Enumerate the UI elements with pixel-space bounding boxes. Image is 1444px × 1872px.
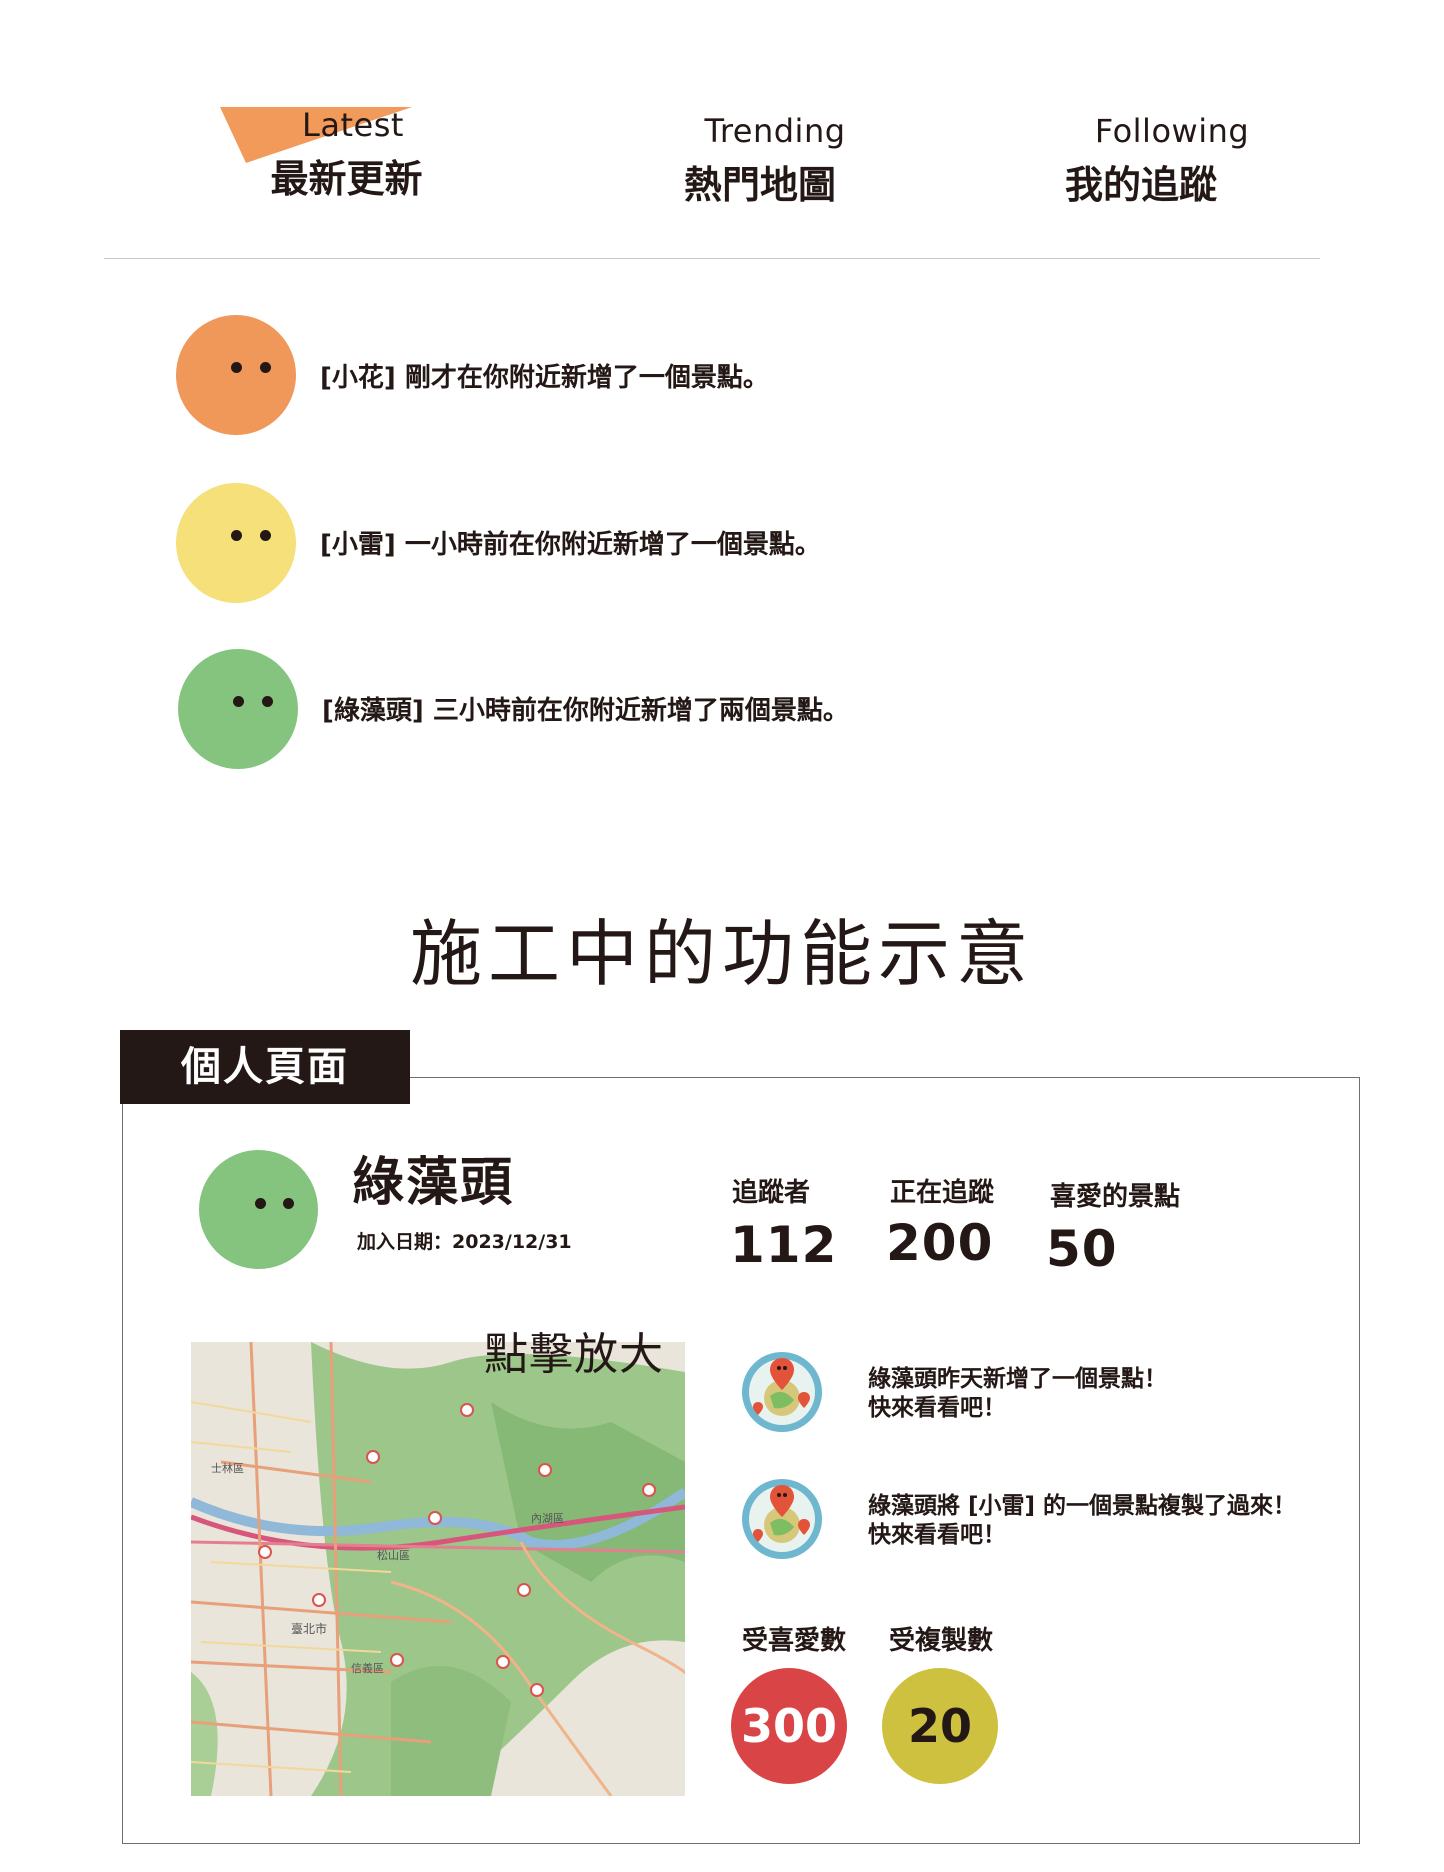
count-label-likes: 受喜愛數 xyxy=(742,1626,847,1656)
feed-item-text[interactable]: [小花] 剛才在你附近新增了一個景點。 xyxy=(320,357,769,394)
tab-trending-zh: 熱門地圖 xyxy=(683,163,836,207)
feed-item-text[interactable]: [綠藻頭] 三小時前在你附近新增了兩個景點。 xyxy=(322,690,849,727)
avatar[interactable] xyxy=(176,315,296,435)
stat-label-following: 正在追蹤 xyxy=(890,1178,995,1208)
avatar-eye xyxy=(262,696,273,707)
profile-avatar xyxy=(199,1150,318,1269)
avatar-eye xyxy=(260,362,271,373)
tab-trending[interactable]: Trending 熱門地圖 xyxy=(684,112,866,209)
stat-value-following[interactable]: 200 xyxy=(886,1214,993,1272)
map-image xyxy=(191,1342,685,1796)
tab-latest-zh: 最新更新 xyxy=(270,157,423,201)
avatar-eye xyxy=(231,530,242,541)
feed-item-text[interactable]: [小雷] 一小時前在你附近新增了一個景點。 xyxy=(320,524,821,561)
activity-line: 綠藻頭昨天新增了一個景點！ xyxy=(868,1366,1167,1392)
map-label: 松山區 xyxy=(377,1549,410,1562)
profile-tab-label: 個人頁面 xyxy=(120,1030,410,1104)
tab-latest[interactable]: Latest 最新更新 xyxy=(262,106,444,203)
avatar-eye xyxy=(283,1198,294,1209)
tab-following[interactable]: Following 我的追蹤 xyxy=(1065,112,1272,209)
activity-item[interactable]: 綠藻頭昨天新增了一個景點！ 快來看看吧！ xyxy=(868,1365,1167,1423)
map-pin-globe-icon xyxy=(742,1352,822,1432)
activity-line: 綠藻頭將 [小雷] 的一個景點複製了過來！ xyxy=(868,1493,1297,1519)
avatar[interactable] xyxy=(176,483,296,603)
activity-line: 快來看看吧！ xyxy=(868,1395,1006,1421)
profile-name: 綠藻頭 xyxy=(352,1153,515,1213)
count-label-copies: 受複製數 xyxy=(889,1626,994,1656)
map-label: 內湖區 xyxy=(531,1512,564,1525)
join-date: 加入日期：2023/12/31 xyxy=(357,1231,572,1253)
stat-label-favorites: 喜愛的景點 xyxy=(1050,1182,1181,1212)
stat-value-followers[interactable]: 112 xyxy=(730,1216,837,1274)
stat-value-favorites[interactable]: 50 xyxy=(1046,1220,1118,1278)
map-label: 信義區 xyxy=(351,1662,384,1675)
tab-latest-en: Latest xyxy=(302,106,404,144)
section-title: 施工中的功能示意 xyxy=(409,912,1034,996)
avatar-eye xyxy=(231,362,242,373)
avatar-eye xyxy=(233,696,244,707)
tab-trending-en: Trending xyxy=(704,112,846,150)
avatar[interactable] xyxy=(178,649,298,769)
map-label: 士林區 xyxy=(211,1462,244,1475)
tab-following-zh: 我的追蹤 xyxy=(1064,163,1217,207)
copies-count-badge: 20 xyxy=(882,1668,998,1784)
likes-count-badge: 300 xyxy=(731,1668,847,1784)
map-zoom-hint[interactable]: 點擊放大 xyxy=(484,1318,664,1382)
avatar-eye xyxy=(260,530,271,541)
map-thumbnail[interactable]: 臺北市 松山區 信義區 士林區 內湖區 xyxy=(191,1342,685,1796)
map-label: 臺北市 xyxy=(291,1622,328,1636)
map-pin-globe-icon xyxy=(742,1479,822,1559)
activity-item[interactable]: 綠藻頭將 [小雷] 的一個景點複製了過來！ 快來看看吧！ xyxy=(868,1492,1296,1550)
tab-following-en: Following xyxy=(1094,112,1250,150)
avatar-eye xyxy=(255,1198,266,1209)
tab-divider xyxy=(104,258,1320,259)
stat-label-followers: 追蹤者 xyxy=(732,1178,811,1208)
activity-line: 快來看看吧！ xyxy=(868,1522,1006,1548)
